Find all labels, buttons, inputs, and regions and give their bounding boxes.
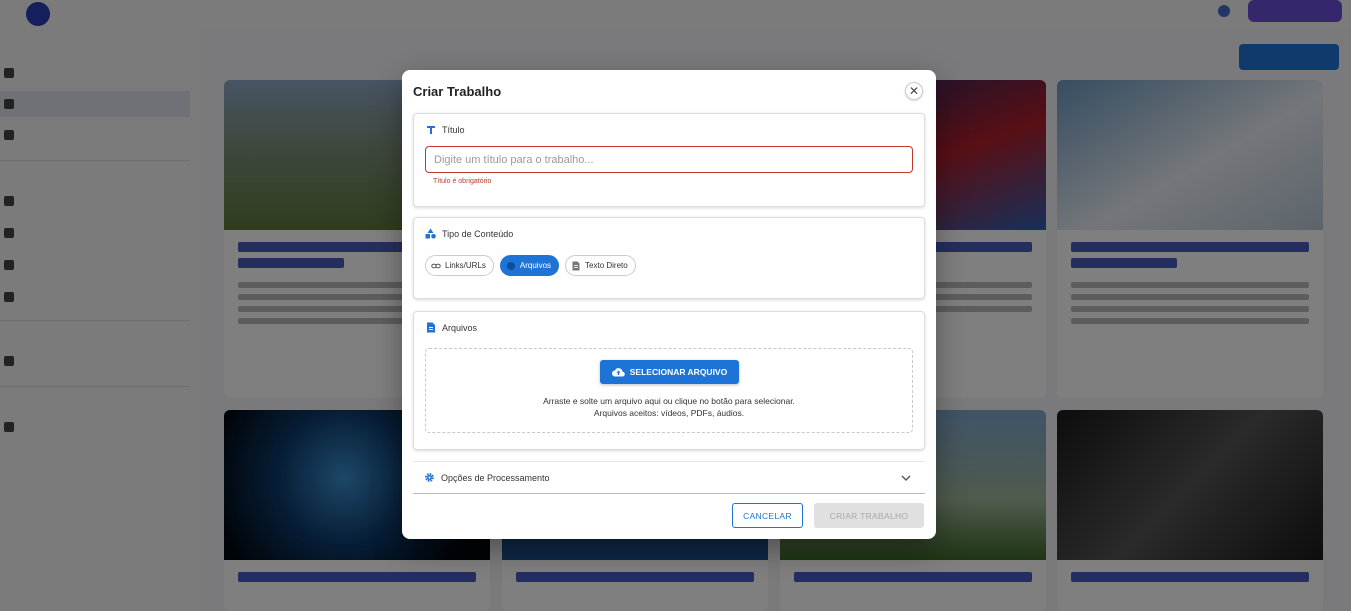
content-type-options: Links/URLs Arquivos Texto Direto <box>425 255 642 276</box>
chip-label: Links/URLs <box>445 261 486 270</box>
file-icon <box>506 261 516 271</box>
chevron-down-icon[interactable] <box>899 471 913 485</box>
content-type-label: Tipo de Conteúdo <box>442 228 514 239</box>
dialog-title: Criar Trabalho <box>413 84 502 99</box>
processing-options-header: Opções de Processamento <box>424 472 550 483</box>
dropzone-accepted-types: Arquivos aceitos: vídeos, PDFs, áudios. <box>593 408 745 418</box>
processing-options-accordion[interactable]: Opções de Processamento <box>413 461 925 494</box>
chip-texto-direto[interactable]: Texto Direto <box>565 255 636 276</box>
file-dropzone[interactable]: SELECIONAR ARQUIVO Arraste e solte um ar… <box>425 348 913 433</box>
files-section: Arquivos SELECIONAR ARQUIVO Arraste e so… <box>413 311 925 450</box>
processing-options-label: Opções de Processamento <box>441 472 550 483</box>
select-file-label: SELECIONAR ARQUIVO <box>629 367 728 377</box>
chip-label: Texto Direto <box>585 261 628 270</box>
title-section-header: Título <box>425 124 465 135</box>
content-type-header: Tipo de Conteúdo <box>425 228 513 239</box>
cancel-button[interactable]: CANCELAR <box>732 503 803 528</box>
select-file-button[interactable]: SELECIONAR ARQUIVO <box>600 360 739 384</box>
create-job-dialog: Criar Trabalho ✕ Título Título é obrigat… <box>402 70 936 539</box>
files-section-header: Arquivos <box>425 322 477 333</box>
gear-icon <box>424 472 435 483</box>
create-job-button[interactable]: CRIAR TRABALHO <box>814 503 924 528</box>
chip-links-urls[interactable]: Links/URLs <box>425 255 494 276</box>
title-section: Título Título é obrigatório <box>413 113 925 207</box>
link-icon <box>431 261 441 271</box>
text-format-icon <box>425 124 436 135</box>
title-section-label: Título <box>442 124 465 135</box>
cloud-upload-icon <box>611 367 625 377</box>
category-icon <box>425 228 436 239</box>
dropzone-hint: Arraste e solte um arquivo aqui ou cliqu… <box>543 396 795 406</box>
close-icon: ✕ <box>908 84 920 98</box>
title-input[interactable] <box>425 146 913 173</box>
chip-arquivos[interactable]: Arquivos <box>499 255 560 276</box>
file-icon <box>425 322 436 333</box>
files-section-label: Arquivos <box>442 322 478 333</box>
document-icon <box>571 261 581 271</box>
chip-label: Arquivos <box>519 261 552 270</box>
title-error-message: Título é obrigatório <box>433 178 492 185</box>
close-button[interactable]: ✕ <box>905 82 923 100</box>
content-type-section: Tipo de Conteúdo Links/URLs Arquivos Tex… <box>413 217 925 299</box>
